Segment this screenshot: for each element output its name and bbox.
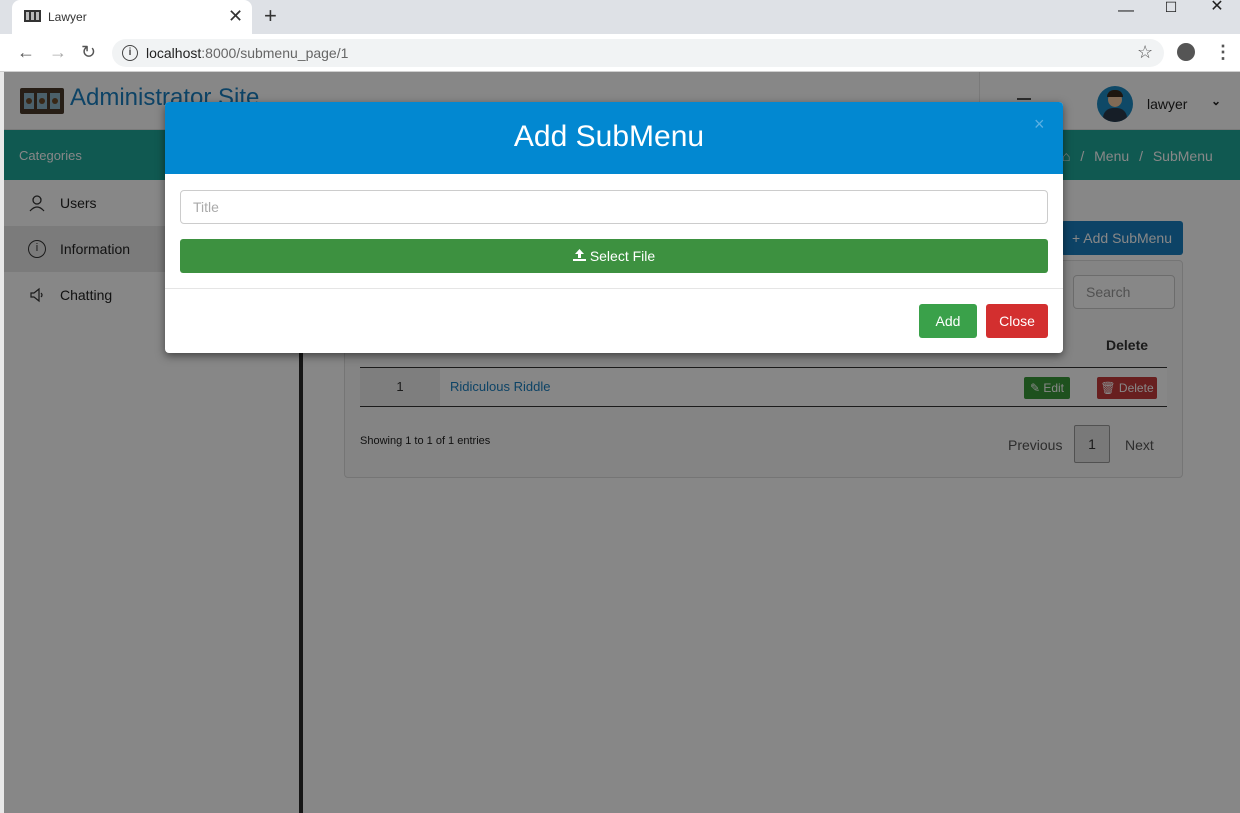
browser-toolbar: ← → ↻ i localhost:8000/submenu_page/1 ☆ …	[0, 34, 1240, 72]
modal-footer-divider	[165, 288, 1063, 289]
modal-header: Add SubMenu ×	[165, 102, 1063, 174]
url-text[interactable]: localhost:8000/submenu_page/1	[146, 45, 348, 61]
select-file-button[interactable]: Select File	[180, 239, 1048, 273]
address-bar[interactable]: i localhost:8000/submenu_page/1	[112, 39, 1164, 67]
add-submenu-modal: Add SubMenu × Select File Add Close	[165, 102, 1063, 353]
add-button[interactable]: Add	[919, 304, 977, 338]
browser-tab[interactable]: Lawyer ✕	[12, 0, 252, 34]
upload-icon	[572, 240, 586, 274]
forward-arrow-icon[interactable]: →	[49, 41, 67, 63]
film-favicon-icon	[24, 10, 41, 22]
modal-close-icon[interactable]: ×	[1034, 114, 1045, 134]
site-info-icon[interactable]: i	[122, 45, 138, 61]
maximize-icon[interactable]: ☐	[1148, 0, 1194, 14]
tab-close-icon[interactable]: ✕	[228, 6, 243, 26]
minimize-icon[interactable]: —	[1103, 3, 1149, 19]
select-file-label: Select File	[589, 248, 656, 264]
modal-title: Add SubMenu	[513, 120, 705, 153]
new-tab-icon[interactable]: +	[264, 5, 277, 27]
browser-tabbar: Lawyer ✕ + — ☐ ✕	[0, 0, 1240, 34]
back-arrow-icon[interactable]: ←	[17, 41, 35, 63]
window-edge	[0, 72, 4, 813]
account-icon[interactable]	[1177, 43, 1195, 61]
tab-title: Lawyer	[48, 10, 87, 24]
close-button[interactable]: Close	[986, 304, 1048, 338]
title-input[interactable]	[180, 190, 1048, 224]
bookmark-star-icon[interactable]: ☆	[1137, 42, 1153, 62]
reload-icon[interactable]: ↻	[81, 41, 96, 63]
browser-menu-icon[interactable]: ⋮	[1214, 42, 1232, 62]
window-close-icon[interactable]: ✕	[1194, 0, 1240, 15]
